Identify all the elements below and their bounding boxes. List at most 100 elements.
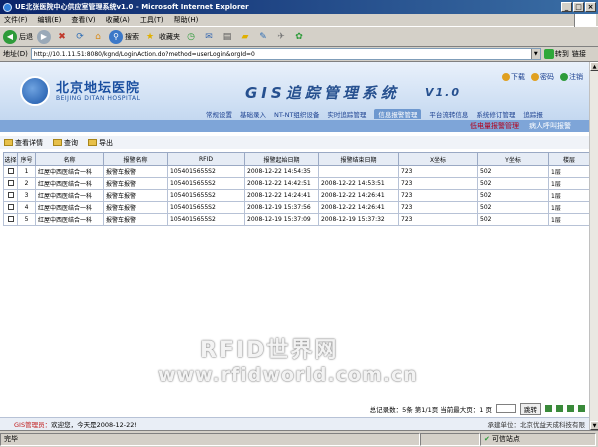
scroll-down-icon[interactable]: ▼: [590, 421, 598, 430]
maximize-button[interactable]: □: [573, 2, 584, 12]
menu-file[interactable]: 文件(F): [4, 15, 28, 25]
status-zone: 可信站点: [491, 435, 520, 443]
cell-index: 2: [17, 177, 36, 190]
vertical-scrollbar[interactable]: ▲ ▼: [589, 62, 598, 430]
research-icon[interactable]: ✈: [274, 30, 288, 43]
logout-label: 注销: [569, 73, 583, 81]
main-nav: 常规设置 基础录入 NT-NT组织设备 实时追踪管理 信息报警管理 平台流转信息…: [200, 108, 589, 120]
nav-alarm-management[interactable]: 信息报警管理: [374, 109, 422, 119]
row-checkbox[interactable]: [7, 203, 14, 210]
password-link[interactable]: 密码: [531, 72, 554, 82]
col-alarm-name[interactable]: 报警名称: [103, 152, 168, 166]
cell-name: 红屋中西医结合一科: [35, 201, 104, 214]
refresh-icon[interactable]: ⟳: [73, 30, 87, 43]
prev-page-icon[interactable]: [556, 405, 563, 412]
search-button[interactable]: ⚲ 搜索: [109, 29, 139, 44]
table-row[interactable]: 4 红屋中西医结合一科 报警车报警 1054015655S2 2008-12-1…: [3, 201, 590, 214]
address-input[interactable]: http://10.1.11.51:8080/kgnd/LoginAction.…: [30, 48, 541, 60]
col-floor[interactable]: 楼层: [548, 152, 590, 166]
nav-platform-flow[interactable]: 平台流转信息: [429, 109, 468, 119]
view-details-label: 查看详情: [15, 138, 43, 147]
view-details-button[interactable]: 查看详情: [4, 138, 43, 148]
logout-link[interactable]: 注销: [560, 72, 583, 82]
folder-icon: [53, 139, 62, 146]
table-row[interactable]: 1 红屋中西医结合一科 报警车报警 1054015655S2 2008-12-2…: [3, 165, 590, 178]
minimize-button[interactable]: _: [561, 2, 572, 12]
links-label[interactable]: 链接: [572, 49, 586, 59]
watermark-url: www.rfidworld.com.cn: [158, 364, 418, 386]
logo-name-cn: 北京地坛医院: [56, 81, 141, 96]
table-row[interactable]: 3 红屋中西医结合一科 报警车报警 1054015655S2 2008-12-2…: [3, 189, 590, 202]
print-icon[interactable]: ▤: [220, 30, 234, 43]
row-checkbox[interactable]: [7, 191, 14, 198]
nav-basic-entry[interactable]: 基础录入: [240, 109, 266, 119]
subnav-patient-call[interactable]: 病人呼叫报警: [529, 121, 571, 131]
close-button[interactable]: ×: [585, 2, 596, 12]
forward-button[interactable]: ▶: [37, 29, 51, 44]
edit-icon[interactable]: ▰: [238, 30, 252, 43]
cell-floor: 1层: [548, 177, 590, 190]
col-end-date[interactable]: 报警结束日期: [318, 152, 399, 166]
cell-start-date: 2008-12-22 14:42:51: [244, 177, 319, 190]
go-button[interactable]: 转到: [543, 49, 569, 59]
row-checkbox-cell[interactable]: [3, 201, 18, 214]
cell-name: 红屋中西医结合一科: [35, 177, 104, 190]
col-x[interactable]: X坐标: [398, 152, 478, 166]
scroll-up-icon[interactable]: ▲: [590, 62, 598, 71]
tools-icon[interactable]: ✿: [292, 30, 306, 43]
cell-index: 4: [17, 201, 36, 214]
menu-help[interactable]: 帮助(H): [174, 15, 199, 25]
history-icon[interactable]: ◷: [184, 30, 198, 43]
cell-rfid: 1054015655S2: [167, 189, 245, 202]
menu-edit[interactable]: 编辑(E): [38, 15, 62, 25]
favorites-button[interactable]: ★ 收藏夹: [143, 30, 180, 43]
row-checkbox[interactable]: [7, 179, 14, 186]
row-checkbox-cell[interactable]: [3, 189, 18, 202]
menu-favorites[interactable]: 收藏(A): [106, 15, 130, 25]
query-button[interactable]: 查询: [53, 138, 78, 148]
nav-realtime-tracking[interactable]: 实时追踪管理: [327, 109, 366, 119]
address-dropdown-icon[interactable]: ▼: [530, 49, 540, 59]
cell-x: 723: [398, 177, 478, 190]
row-checkbox-cell[interactable]: [3, 165, 18, 178]
last-page-icon[interactable]: [578, 405, 585, 412]
cell-index: 5: [17, 213, 36, 226]
nav-general-settings[interactable]: 常规设置: [206, 109, 232, 119]
first-page-icon[interactable]: [545, 405, 552, 412]
cell-rfid: 1054015655S2: [167, 213, 245, 226]
cell-end-date: 2008-12-22 14:53:51: [318, 177, 399, 190]
col-y[interactable]: Y坐标: [477, 152, 549, 166]
row-checkbox-cell[interactable]: [3, 213, 18, 226]
home-icon[interactable]: ⌂: [91, 30, 105, 43]
table-row[interactable]: 2 红屋中西医结合一科 报警车报警 1054015655S2 2008-12-2…: [3, 177, 590, 190]
row-checkbox[interactable]: [7, 215, 14, 222]
mail-icon[interactable]: ✉: [202, 30, 216, 43]
menu-tools[interactable]: 工具(T): [140, 15, 164, 25]
table-row[interactable]: 5 红屋中西医结合一科 报警车报警 1054015655S2 2008-12-1…: [3, 213, 590, 226]
nav-system-maintenance[interactable]: 系统修订管理: [476, 109, 515, 119]
back-button[interactable]: ◀ 后退: [3, 29, 33, 44]
page-jump-input[interactable]: [496, 404, 516, 413]
nav-nt-devices[interactable]: NT-NT组织设备: [274, 109, 319, 119]
menu-view[interactable]: 查看(V): [71, 15, 95, 25]
row-checkbox[interactable]: [7, 167, 14, 174]
col-start-date[interactable]: 报警起始日期: [244, 152, 319, 166]
row-checkbox-cell[interactable]: [3, 177, 18, 190]
nav-tracking-report[interactable]: 追踪报: [523, 109, 543, 119]
col-index: 序号: [17, 152, 36, 166]
stop-icon[interactable]: ✖: [55, 30, 69, 43]
cell-floor: 1层: [548, 201, 590, 214]
jump-button[interactable]: 跳转: [520, 402, 541, 415]
col-rfid[interactable]: RFID: [167, 152, 245, 166]
address-url: http://10.1.11.51:8080/kgnd/LoginAction.…: [33, 50, 255, 58]
export-button[interactable]: 导出: [88, 138, 113, 148]
cell-name: 红屋中西医结合一科: [35, 165, 104, 178]
col-name[interactable]: 名称: [35, 152, 104, 166]
download-link[interactable]: 下载: [502, 72, 525, 82]
system-title: GIS追踪管理系统: [245, 84, 400, 102]
cell-index: 1: [17, 165, 36, 178]
next-page-icon[interactable]: [567, 405, 574, 412]
subnav-low-battery[interactable]: 低电量报警管理: [470, 121, 519, 131]
messenger-icon[interactable]: ✎: [256, 30, 270, 43]
cell-start-date: 2008-12-22 14:54:35: [244, 165, 319, 178]
